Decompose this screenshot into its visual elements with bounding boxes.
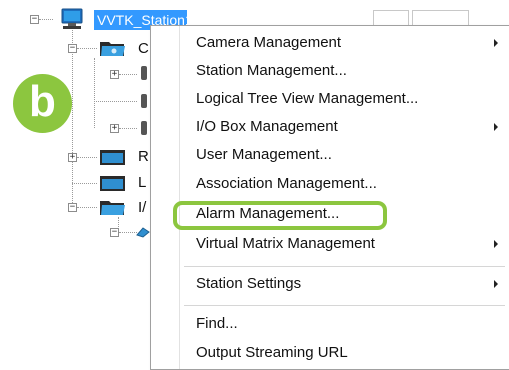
menu-item-io-box-management[interactable]: I/O Box Management [196, 116, 338, 138]
tree-node-c-label[interactable]: C [138, 40, 149, 58]
tree-connector [119, 128, 137, 129]
camera-icon [141, 94, 147, 108]
tree-subnode-toggle[interactable]: + [110, 124, 119, 133]
menu-gutter [179, 26, 180, 369]
tree-connector [72, 183, 97, 184]
submenu-arrow-icon [494, 240, 498, 248]
folder-icon [100, 150, 125, 165]
io-device-icon [136, 227, 150, 238]
tree-subnode-toggle[interactable]: + [110, 70, 119, 79]
context-menu: Camera Management Station Management... … [150, 25, 509, 370]
tree-connector [77, 207, 97, 208]
highlight-callout [173, 201, 387, 230]
submenu-arrow-icon [494, 123, 498, 131]
camera-icon [141, 121, 147, 135]
menu-item-find[interactable]: Find... [196, 313, 238, 335]
tree-connector [119, 232, 137, 233]
menu-separator [184, 266, 505, 267]
menu-item-camera-management[interactable]: Camera Management [196, 32, 341, 54]
camera-folder-icon [100, 42, 125, 56]
tree-connector [39, 19, 53, 20]
menu-item-station-management[interactable]: Station Management... [196, 60, 347, 82]
camera-icon [141, 66, 147, 80]
submenu-arrow-icon [494, 39, 498, 47]
menu-item-virtual-matrix-management[interactable]: Virtual Matrix Management [196, 233, 375, 255]
computer-icon [61, 8, 83, 29]
menu-item-association-management[interactable]: Association Management... [196, 173, 377, 195]
tree-node-c-toggle[interactable]: − [68, 44, 77, 53]
root-collapse-toggle[interactable]: − [30, 15, 39, 24]
tree-connector [94, 58, 95, 128]
menu-separator [184, 305, 505, 306]
tree-connector [94, 101, 137, 102]
menu-item-user-management[interactable]: User Management... [196, 144, 332, 166]
tree-node-r-toggle[interactable]: + [68, 153, 77, 162]
menu-item-logical-tree-view-management[interactable]: Logical Tree View Management... [196, 88, 418, 110]
submenu-arrow-icon [494, 280, 498, 288]
open-folder-icon [100, 201, 125, 215]
tree-subnode-toggle[interactable]: − [110, 228, 119, 237]
step-badge: b [13, 74, 72, 133]
tree-connector [72, 30, 73, 205]
tree-connector [119, 74, 137, 75]
tree-node-l-label[interactable]: L [138, 174, 146, 192]
tree-node-io-label[interactable]: I/ [138, 199, 146, 217]
folder-icon [100, 176, 125, 191]
menu-item-output-streaming-url[interactable]: Output Streaming URL [196, 342, 348, 364]
tree-connector [77, 157, 97, 158]
tree-node-r-label[interactable]: R [138, 148, 149, 166]
menu-item-station-settings[interactable]: Station Settings [196, 273, 301, 295]
tree-connector [77, 48, 97, 49]
tree-node-io-toggle[interactable]: − [68, 203, 77, 212]
